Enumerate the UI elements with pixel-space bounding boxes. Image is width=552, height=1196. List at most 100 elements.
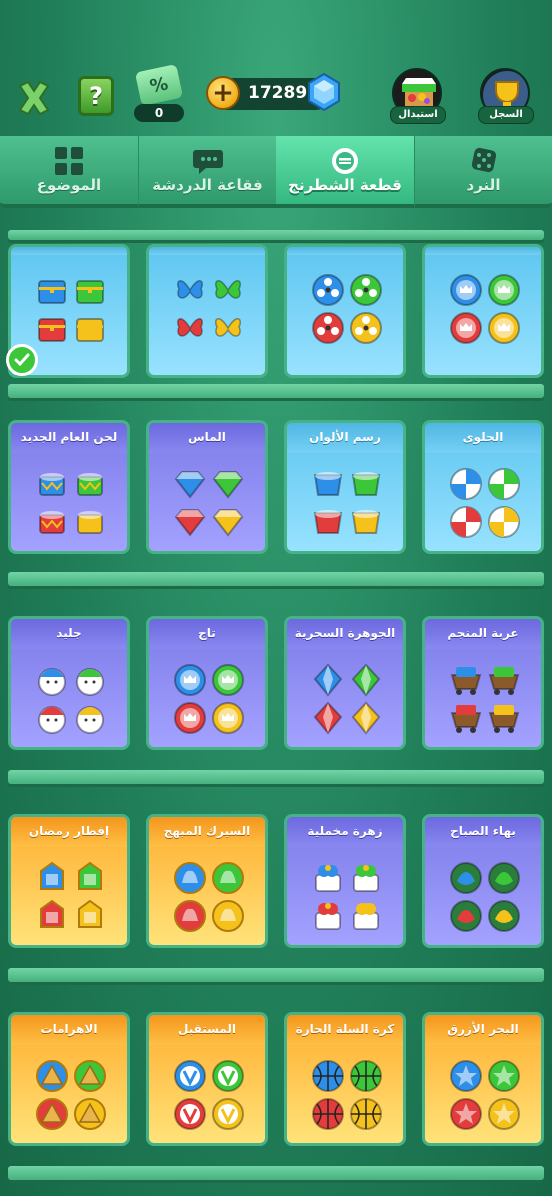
tab-chat-bubble[interactable]: فقاعة الدردشة — [138, 136, 276, 208]
chess-piece-card[interactable]: رسم الألوان — [284, 420, 406, 554]
piece-preview-grid — [173, 1059, 245, 1131]
candy-piece-icon — [450, 468, 482, 500]
close-button[interactable] — [14, 78, 54, 118]
coin-amount: 17289 — [248, 83, 308, 103]
tab-theme[interactable]: الموضوع — [0, 136, 138, 208]
chess-piece-card[interactable]: بهاء الصباح — [422, 814, 544, 948]
chess-piece-card[interactable] — [146, 244, 268, 378]
chess-piece-card[interactable]: المستقبل — [146, 1012, 268, 1146]
token-piece-icon — [488, 312, 520, 344]
piece-preview-grid — [173, 273, 245, 345]
chess-piece-card[interactable]: جليد — [8, 616, 130, 750]
starfish-piece-icon — [488, 1098, 520, 1130]
piece-slot — [311, 899, 345, 933]
chess-piece-card[interactable]: الحلوى — [422, 420, 544, 554]
piece-preview-grid — [449, 467, 521, 539]
card-title — [425, 247, 541, 255]
starfish-piece-icon — [450, 1060, 482, 1092]
chess-piece-card[interactable]: زهرة مخملية — [284, 814, 406, 948]
card-title: بهاء الصباح — [425, 817, 541, 847]
piece-slot — [311, 467, 345, 501]
basketball-piece-icon — [312, 1060, 344, 1092]
piece-preview-grid — [311, 663, 383, 735]
chess-piece-card[interactable]: تاج — [146, 616, 268, 750]
paintpot-piece-icon — [351, 510, 381, 534]
top-bar: ? % 0 + 17289 استبدال السجل — [0, 60, 552, 130]
crown-piece-icon — [212, 702, 244, 734]
piece-slot — [311, 1097, 345, 1131]
flower-piece-icon — [353, 865, 379, 892]
candy-piece-icon — [488, 506, 520, 538]
piece-slot — [487, 663, 521, 697]
piece-slot — [35, 1097, 69, 1131]
shelf-rack — [8, 1166, 544, 1180]
chess-piece-card[interactable]: السيرك المبهج — [146, 814, 268, 948]
crown-piece-icon — [174, 702, 206, 734]
piece-slot — [211, 1059, 245, 1093]
future-piece-icon — [212, 1060, 244, 1092]
candy-piece-icon — [488, 468, 520, 500]
chess-piece-card[interactable]: إفطار رمضان — [8, 814, 130, 948]
add-coins-button[interactable]: + — [206, 76, 240, 110]
piece-slot — [449, 505, 483, 539]
candy-piece-icon — [450, 506, 482, 538]
card-title: المستقبل — [149, 1015, 265, 1045]
chess-piece-card[interactable]: كرة السلة الحارة — [284, 1012, 406, 1146]
snowman-piece-icon — [38, 706, 66, 734]
chess-piece-card[interactable] — [422, 244, 544, 378]
chest-piece-icon — [38, 318, 66, 342]
chess-piece-card[interactable]: الجوهرة السحرية — [284, 616, 406, 750]
chess-piece-card[interactable]: الاهرامات — [8, 1012, 130, 1146]
card-title: عربة المنجم — [425, 619, 541, 649]
tab-dice[interactable]: النرد — [414, 136, 552, 208]
chess-piece-card[interactable]: البحر الأزرق — [422, 1012, 544, 1146]
snowman-piece-icon — [76, 706, 104, 734]
piece-slot — [211, 311, 245, 345]
cart-piece-icon — [488, 705, 520, 733]
piece-slot — [73, 467, 107, 501]
chess-piece-card[interactable]: الماس — [146, 420, 268, 554]
piece-preview-grid — [311, 861, 383, 933]
starfish-piece-icon — [450, 1098, 482, 1130]
card-title: زهرة مخملية — [287, 817, 403, 847]
record-button[interactable]: السجل — [478, 68, 534, 124]
tab-chat-bubble-label: فقاعة الدردشة — [152, 176, 263, 194]
circus-piece-icon — [212, 862, 244, 894]
pyramid-piece-icon — [74, 1098, 106, 1130]
exchange-button[interactable]: استبدال — [390, 68, 446, 124]
help-button[interactable]: ? — [78, 76, 114, 116]
piece-preview-grid — [173, 467, 245, 539]
shelf-rack — [8, 572, 544, 586]
basketball-piece-icon — [350, 1098, 382, 1130]
discount-coupon-button[interactable]: % 0 — [134, 64, 184, 122]
piece-preview-grid — [35, 467, 107, 539]
tab-chess-piece-label: قطعة الشطرنج — [288, 176, 402, 194]
piece-slot — [173, 899, 207, 933]
chess-piece-card[interactable] — [284, 244, 406, 378]
snowman-piece-icon — [38, 668, 66, 696]
piece-slot — [211, 861, 245, 895]
chess-piece-card[interactable]: عربة المنجم — [422, 616, 544, 750]
piece-slot — [487, 467, 521, 501]
piece-slot — [73, 505, 107, 539]
card-title: البحر الأزرق — [425, 1015, 541, 1045]
diamond-piece-icon — [174, 509, 206, 537]
piece-slot — [35, 311, 69, 345]
piece-slot — [487, 1097, 521, 1131]
piece-slot — [173, 861, 207, 895]
chess-piece-card[interactable]: لحن العام الجديد — [8, 420, 130, 554]
piece-slot — [487, 311, 521, 345]
diamond-piece-icon — [174, 471, 206, 499]
tab-chess-piece[interactable]: قطعة الشطرنج — [276, 136, 414, 208]
future-piece-icon — [174, 1098, 206, 1130]
piece-slot — [349, 273, 383, 307]
morning-piece-icon — [488, 900, 520, 932]
piece-slot — [211, 273, 245, 307]
card-title: رسم الألوان — [287, 423, 403, 453]
piece-slot — [349, 861, 383, 895]
piece-preview-grid — [35, 273, 107, 345]
piece-slot — [211, 663, 245, 697]
gem-icon — [308, 72, 340, 112]
card-title: تاج — [149, 619, 265, 649]
close-icon — [18, 80, 50, 116]
